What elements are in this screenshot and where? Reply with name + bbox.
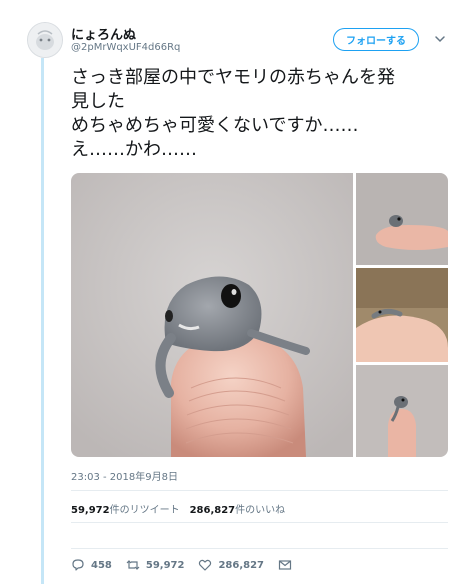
heart-icon [199,559,212,571]
tweet-timestamp[interactable]: 23:03 - 2018年9月8日 [71,468,178,483]
divider [71,490,448,491]
direct-message-button[interactable] [278,558,292,572]
tweet-card: にょろんぬ @2pMrWqxUF4d66Rq フォローする さっき部屋の中でヤモ… [0,0,469,584]
avatar[interactable] [27,22,63,58]
retweet-count: 59,972 [145,559,185,571]
retweet-button[interactable]: 59,972 [126,558,185,572]
thread-line [41,58,44,584]
like-button[interactable]: 286,827 [198,558,264,572]
username[interactable]: @2pMrWqxUF4d66Rq [71,42,180,53]
like-count: 286,827 [218,559,265,571]
tweet-text-line: 見した [71,91,125,112]
likes-label: 件のいいね [235,505,286,516]
chevron-down-icon[interactable] [433,32,447,46]
photo-main[interactable] [71,173,353,457]
media-grid [71,173,448,457]
follow-button[interactable]: フォローする [333,28,419,51]
action-bar: 458 59,972 286,827 [71,557,306,573]
tweet-text-line: え……かわ…… [71,139,197,160]
retweet-icon [126,560,140,570]
photo-top-right[interactable] [356,173,448,265]
tweet-text-line: さっき部屋の中でヤモリの赤ちゃんを発 [71,67,395,88]
likes-count: 286,827 [189,505,236,516]
divider [71,548,448,549]
divider [71,522,448,523]
likes-stat[interactable]: 286,827件のいいね [190,505,286,516]
reply-button[interactable]: 458 [71,558,112,572]
reply-icon [72,559,84,571]
engagement-stats: 59,972件のリツイート 286,827件のいいね [71,501,285,516]
display-name[interactable]: にょろんぬ [71,24,136,43]
photo-middle-right[interactable] [356,268,448,362]
retweets-stat[interactable]: 59,972件のリツイート [71,505,180,516]
retweets-count: 59,972 [71,505,110,516]
tweet-text-line: めちゃめちゃ可愛くないですか…… [71,115,359,136]
mail-icon [278,560,292,570]
retweets-label: 件のリツイート [109,505,180,516]
reply-count: 458 [91,559,112,571]
tweet-text: さっき部屋の中でヤモリの赤ちゃんを発 見した めちゃめちゃ可愛くないですか…… … [71,66,451,162]
photo-bottom-right[interactable] [356,365,448,457]
